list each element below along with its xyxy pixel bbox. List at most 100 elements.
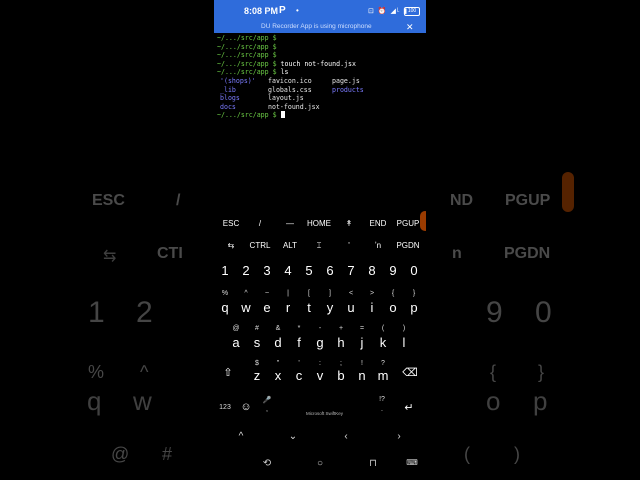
key-m[interactable]: m — [378, 368, 389, 383]
end-key[interactable]: END — [370, 219, 387, 228]
key-o[interactable]: o — [389, 300, 396, 315]
rotate-icon[interactable]: ⟲ — [263, 458, 271, 469]
pgdn-key[interactable]: PGDN — [396, 241, 419, 250]
key-g[interactable]: g — [316, 335, 323, 350]
numbers-toggle-key[interactable]: 123 — [219, 404, 231, 411]
keyboard-hide-icon[interactable]: ⌨ — [406, 458, 418, 467]
shift-icon[interactable]: ⇧ — [223, 366, 232, 379]
hint-minus: - — [318, 325, 322, 332]
terminal-line: ~/.../src/app $ — [217, 34, 426, 43]
key-l[interactable]: l — [403, 335, 406, 350]
key-f[interactable]: f — [297, 335, 301, 350]
key-0[interactable]: 0 — [410, 263, 417, 278]
period-key[interactable]: . — [381, 406, 383, 413]
ctrl-key[interactable]: CTRL — [250, 241, 271, 250]
bg-tab-icon: ⇆ — [103, 248, 117, 265]
ls-entry: '(shops)' — [220, 76, 256, 85]
bg-slash: / — [176, 192, 181, 209]
punctuation-hint: !? — [379, 396, 385, 403]
right-key[interactable]: ʼn — [375, 241, 381, 250]
tab-key[interactable]: ⇆ — [228, 241, 235, 250]
key-e[interactable]: e — [263, 300, 270, 315]
ls-entry: layout.js — [268, 94, 304, 103]
terminal-input-line[interactable]: ~/.../src/app $ — [217, 111, 426, 120]
hint-gt: > — [369, 290, 375, 297]
key-4[interactable]: 4 — [284, 263, 291, 278]
hint-dollar: $ — [255, 360, 259, 367]
key-7[interactable]: 7 — [347, 263, 354, 278]
ls-entry: _lib — [220, 85, 236, 94]
pgup-key[interactable]: PGUP — [397, 219, 420, 228]
ls-row: '(shops)' favicon.ico page.js — [217, 77, 426, 86]
key-x[interactable]: x — [275, 368, 282, 383]
comma-key[interactable]: , — [266, 406, 268, 413]
key-3[interactable]: 3 — [263, 263, 270, 278]
key-w[interactable]: w — [241, 300, 250, 315]
home-key[interactable]: HOME — [307, 219, 331, 228]
recording-notification[interactable]: DU Recorder App is using microphone ✕ — [214, 22, 426, 33]
key-c[interactable]: c — [296, 368, 303, 383]
emoji-icon[interactable]: ☺ — [240, 401, 251, 413]
key-h[interactable]: h — [337, 335, 344, 350]
spacebar-brand[interactable]: Microsoft SwiftKey — [306, 411, 343, 416]
esc-key[interactable]: ESC — [223, 219, 239, 228]
key-k[interactable]: k — [380, 335, 387, 350]
terminal-line: ~/.../src/app $ touch not-found.jsx — [217, 60, 426, 69]
home-icon[interactable]: ○ — [317, 458, 323, 469]
key-d[interactable]: d — [274, 335, 281, 350]
hint-rbrace: } — [412, 290, 416, 297]
battery-icon: 100 — [404, 7, 420, 16]
key-q[interactable]: q — [221, 300, 228, 315]
hint-pipe: | — [287, 290, 289, 297]
key-s[interactable]: s — [254, 335, 261, 350]
prompt: ~/.../src/app $ — [217, 59, 277, 68]
left-key[interactable]: ⌶ — [317, 241, 322, 251]
key-n[interactable]: n — [358, 368, 365, 383]
ls-entry: products — [332, 85, 364, 94]
key-1[interactable]: 1 — [221, 263, 228, 278]
bg-rparen: ) — [514, 444, 520, 464]
terminal-line: ~/.../src/app $ — [217, 43, 426, 52]
cursor-left-icon[interactable]: ‹ — [344, 431, 347, 442]
slash-key[interactable]: / — [259, 219, 261, 228]
key-2[interactable]: 2 — [242, 263, 249, 278]
key-u[interactable]: u — [347, 300, 354, 315]
key-b[interactable]: b — [337, 368, 344, 383]
key-9[interactable]: 9 — [389, 263, 396, 278]
key-8[interactable]: 8 — [368, 263, 375, 278]
hint-question: ? — [381, 360, 385, 367]
hint-dquote: " — [276, 360, 280, 367]
key-p[interactable]: p — [410, 300, 417, 315]
cursor-right-icon[interactable]: › — [397, 431, 400, 442]
key-r[interactable]: r — [286, 300, 290, 315]
terminal-line: ~/.../src/app $ ls — [217, 68, 426, 77]
key-j[interactable]: j — [361, 335, 364, 350]
enter-icon[interactable]: ↵ — [404, 401, 413, 414]
terminal-output[interactable]: ~/.../src/app $ ~/.../src/app $ ~/.../sr… — [217, 34, 426, 120]
ls-row: docs not-found.jsx — [217, 103, 426, 112]
key-z[interactable]: z — [254, 368, 261, 383]
key-i[interactable]: i — [371, 300, 374, 315]
cursor-up-icon[interactable]: ^ — [239, 431, 244, 442]
bg-0: 0 — [535, 296, 552, 329]
key-5[interactable]: 5 — [305, 263, 312, 278]
down-key[interactable]: ' — [348, 241, 350, 250]
cursor-down-icon[interactable]: ⌄ — [289, 431, 297, 442]
key-y[interactable]: y — [327, 300, 334, 315]
key-a[interactable]: a — [232, 335, 239, 350]
key-t[interactable]: t — [307, 300, 311, 315]
key-6[interactable]: 6 — [326, 263, 333, 278]
command: ls — [276, 68, 289, 77]
up-key[interactable]: ↟ — [346, 219, 353, 228]
key-v[interactable]: v — [317, 368, 324, 383]
mic-icon[interactable]: 🎤 — [263, 396, 272, 404]
floating-bubble[interactable] — [420, 211, 426, 231]
backspace-icon[interactable]: ⌫ — [402, 366, 418, 379]
back-icon[interactable]: ⊓ — [369, 458, 377, 469]
hint-caret: ^ — [244, 290, 248, 297]
notification-text: DU Recorder App is using microphone — [261, 23, 372, 30]
close-icon[interactable]: ✕ — [406, 22, 414, 33]
alt-key[interactable]: ALT — [283, 241, 297, 250]
ls-entry: favicon.ico — [268, 76, 312, 85]
dash-key[interactable]: — — [286, 219, 294, 228]
